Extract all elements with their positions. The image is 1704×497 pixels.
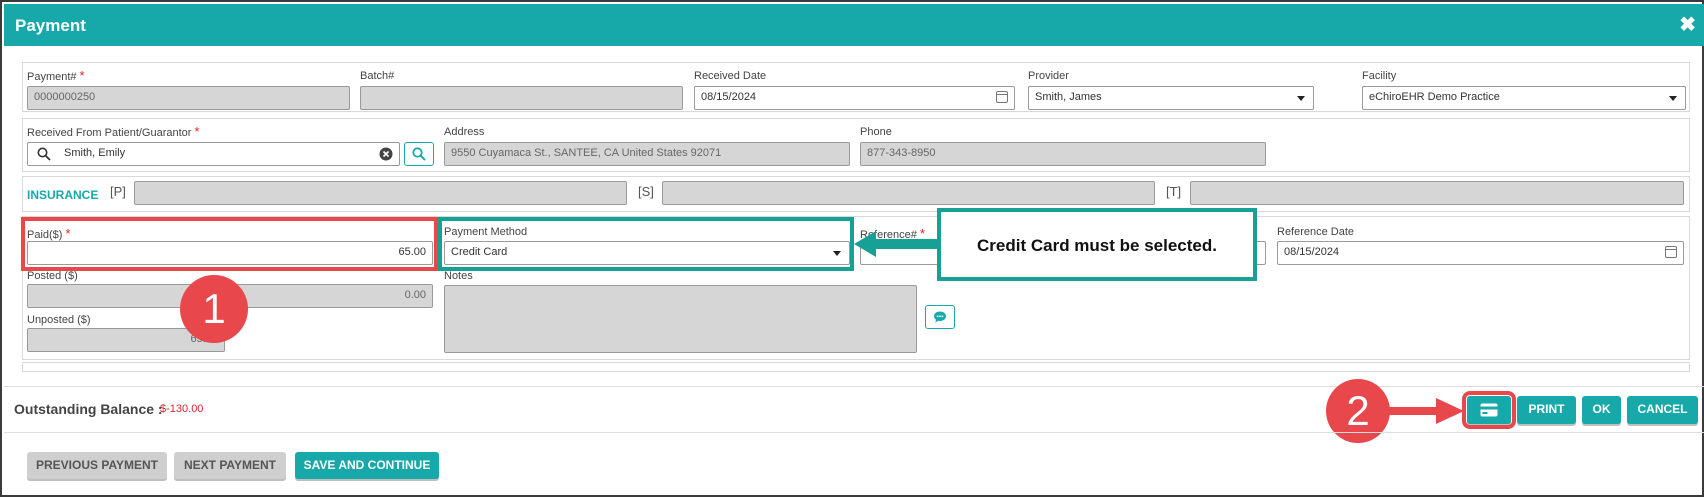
patient-search-button[interactable] [404,142,434,166]
tertiary-insurance-tag: [T] [1166,184,1182,199]
notes-label: Notes [444,270,473,282]
ok-button[interactable]: OK [1582,396,1621,424]
batch-no-label: Batch# [360,70,395,82]
credit-card-icon [1480,403,1498,417]
clear-icon[interactable] [379,147,393,161]
primary-insurance-tag: [P] [110,184,126,199]
calendar-icon[interactable] [1665,246,1677,258]
tertiary-insurance-field [1190,181,1684,205]
outstanding-balance-value: $-130.00 [160,403,204,415]
received-date-field[interactable]: 08/15/2024 [694,86,1015,110]
previous-payment-button[interactable]: PREVIOUS PAYMENT [27,452,167,479]
secondary-insurance-field [662,181,1155,205]
notes-textarea[interactable] [444,285,917,353]
batch-no-field [360,86,683,110]
chevron-down-icon [1669,96,1677,101]
payment-no-field: 0000000250 [27,86,350,110]
cancel-button[interactable]: CANCEL [1627,396,1698,424]
secondary-insurance-tag: [S] [638,184,654,199]
address-label: Address [444,126,485,138]
step-2-arrow-icon [1386,398,1464,424]
title-bar: Payment ✖ [4,4,1704,46]
provider-select[interactable]: Smith, James [1028,86,1314,110]
save-and-continue-button[interactable]: SAVE AND CONTINUE [295,452,439,479]
address-field: 9550 Cuyamaca St., SANTEE, CA United Sta… [444,142,850,166]
received-date-label: Received Date [694,70,767,82]
footer-divider-top [4,386,1704,387]
outstanding-balance-label: Outstanding Balance : [14,401,163,417]
dialog-title: Payment [15,16,86,35]
phone-label: Phone [860,126,892,138]
card-payment-button[interactable] [1462,391,1516,429]
phone-field: 877-343-8950 [860,142,1266,166]
reference-date-label: Reference Date [1277,226,1355,238]
reference-date-value: 08/15/2024 [1284,246,1340,258]
insurance-title: INSURANCE [27,188,99,202]
search-icon [412,147,426,161]
provider-label: Provider [1028,70,1069,82]
facility-select[interactable]: eChiroEHR Demo Practice [1362,86,1686,110]
reference-date-field[interactable]: 08/15/2024 [1277,241,1684,265]
comment-icon [934,311,946,323]
footer-divider-bottom [4,432,1704,433]
payment-no-label: Payment# * [27,68,85,83]
close-icon[interactable]: ✖ [1679,15,1696,35]
step-1-badge: 1 [180,275,248,343]
credit-card-callout: Credit Card must be selected. [937,208,1257,281]
chevron-down-icon [1297,96,1305,101]
callout-arrow-icon [854,231,940,257]
payment-method-highlight-box [438,217,854,271]
received-date-value: 08/15/2024 [701,91,757,103]
payment-dialog: Payment ✖ Payment# * 0000000250 Batch# Re… [0,0,1704,497]
received-from-value: Smith, Emily [64,147,126,159]
bottom-strip [22,362,1690,372]
step-2-badge: 2 [1326,379,1390,443]
calendar-icon[interactable] [996,91,1008,103]
facility-value: eChiroEHR Demo Practice [1369,91,1500,103]
posted-label: Posted ($) [27,270,78,282]
note-comment-button[interactable] [925,305,955,329]
received-from-search-input[interactable]: Smith, Emily [27,142,400,166]
unposted-label: Unposted ($) [27,314,91,326]
received-from-label: Received From Patient/Guarantor * [27,124,200,139]
provider-value: Smith, James [1035,91,1102,103]
print-button[interactable]: PRINT [1517,396,1576,424]
next-payment-button[interactable]: NEXT PAYMENT [174,452,286,479]
facility-label: Facility [1362,70,1397,82]
paid-highlight-box [21,217,438,271]
primary-insurance-field [134,181,627,205]
search-icon [37,147,51,161]
